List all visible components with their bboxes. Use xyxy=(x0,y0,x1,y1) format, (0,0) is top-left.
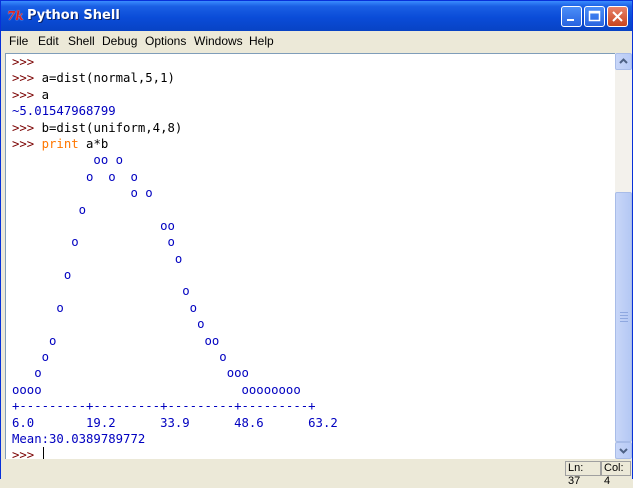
shell-output-text: o xyxy=(12,284,190,299)
shell-output-text: o xyxy=(12,268,72,283)
shell-output-line: o o xyxy=(12,234,338,250)
menu-bar: File Edit Shell Debug Options Windows He… xyxy=(1,31,632,51)
python-shell-window: 7k Python Shell File Edit Shell Debug Op… xyxy=(0,0,633,487)
shell-code: a xyxy=(34,87,50,102)
menu-windows[interactable]: Windows xyxy=(194,34,243,48)
close-icon xyxy=(612,11,623,22)
menu-help[interactable]: Help xyxy=(249,34,274,48)
scroll-down-button[interactable] xyxy=(615,442,632,459)
shell-output-line: ~5.01547968799 xyxy=(12,103,338,119)
shell-prompt: >>> xyxy=(12,87,35,102)
shell-output-text: o o xyxy=(12,350,227,365)
shell-output-line: 6.0 19.2 33.9 48.6 63.2 xyxy=(12,415,338,431)
scroll-thumb[interactable] xyxy=(615,192,632,442)
shell-prompt: >>> xyxy=(12,448,35,459)
shell-output-line: o oo xyxy=(12,333,338,349)
arrow-up-icon xyxy=(619,58,628,64)
shell-input-line: >>> a=dist(normal,5,1) xyxy=(12,70,338,86)
shell-code: a*b xyxy=(78,136,109,151)
shell-output-text: o o o xyxy=(12,169,138,184)
close-button[interactable] xyxy=(607,6,628,27)
tk-app-icon: 7k xyxy=(7,9,24,23)
title-bar[interactable]: 7k Python Shell xyxy=(1,1,632,31)
shell-output-line: o ooo xyxy=(12,365,338,381)
shell-code: a=dist(normal,5,1) xyxy=(34,71,175,86)
menu-shell[interactable]: Shell xyxy=(68,34,95,48)
shell-output-line: oo o xyxy=(12,152,338,168)
menu-debug[interactable]: Debug xyxy=(102,34,137,48)
shell-prompt: >>> xyxy=(12,71,35,86)
shell-output-line: o xyxy=(12,267,338,283)
shell-output-text: o xyxy=(12,317,205,332)
shell-output-text: Mean:30.0389789772 xyxy=(12,431,146,446)
shell-output-text: o o xyxy=(12,186,153,201)
shell-text-area[interactable]: >>> >>> a=dist(normal,5,1) >>> a ~5.0154796… xyxy=(5,53,615,459)
shell-output-line: o xyxy=(12,283,338,299)
grip-line xyxy=(620,315,628,316)
shell-output-text: oooo oooooooo xyxy=(12,382,301,397)
vertical-scrollbar[interactable] xyxy=(615,53,632,459)
shell-output-line: oo xyxy=(12,218,338,234)
arrow-down-icon xyxy=(619,448,628,454)
shell-output-line: o o xyxy=(12,349,338,365)
grip-line xyxy=(620,312,628,313)
shell-output-line: o o o xyxy=(12,169,338,185)
shell-output-text: oo o xyxy=(12,153,124,168)
window-title: Python Shell xyxy=(27,8,120,23)
shell-output-line: o xyxy=(12,202,338,218)
shell-output-line: o xyxy=(12,251,338,267)
shell-input-line: >>> a xyxy=(12,87,338,103)
shell-output-line: Mean:30.0389789772 xyxy=(12,431,338,447)
grip-line xyxy=(620,318,628,319)
shell-output: >>> >>> a=dist(normal,5,1) >>> a ~5.0154796… xyxy=(12,54,338,459)
grip-line xyxy=(620,321,628,322)
shell-prompt: >>> xyxy=(12,120,35,135)
shell-keyword: print xyxy=(34,136,79,151)
shell-code: b=dist(uniform,4,8) xyxy=(34,120,183,135)
shell-input-line: >>> b=dist(uniform,4,8) xyxy=(12,120,338,136)
minimize-icon xyxy=(567,19,574,21)
minimize-button[interactable] xyxy=(561,6,582,27)
maximize-button[interactable] xyxy=(584,6,605,27)
shell-output-line: o o xyxy=(12,185,338,201)
shell-code xyxy=(34,448,41,459)
shell-output-text: o ooo xyxy=(12,366,249,381)
status-bar: Ln: 37 Col: 4 xyxy=(1,459,632,487)
shell-output-text: 6.0 19.2 33.9 48.6 63.2 xyxy=(12,415,338,430)
shell-output-text: o xyxy=(12,251,183,266)
shell-output-line: oooo oooooooo xyxy=(12,382,338,398)
shell-output-text: ~5.01547968799 xyxy=(12,104,116,119)
line-number-status: Ln: 37 xyxy=(565,461,601,487)
shell-output-line: o o xyxy=(12,300,338,316)
column-number-status: Col: 4 xyxy=(601,461,631,487)
shell-output-line: o xyxy=(12,316,338,332)
shell-input-line: >>> xyxy=(12,447,338,459)
shell-output-text: +---------+---------+---------+---------… xyxy=(12,399,316,414)
menu-edit[interactable]: Edit xyxy=(38,34,59,48)
scroll-up-button[interactable] xyxy=(615,53,632,70)
shell-prompt: >>> xyxy=(12,136,35,151)
shell-input-line: >>> xyxy=(12,54,338,70)
shell-output-text: o xyxy=(12,202,87,217)
shell-output-text: o o xyxy=(12,235,175,250)
menu-options[interactable]: Options xyxy=(145,34,186,48)
maximize-icon xyxy=(588,10,601,22)
shell-prompt: >>> xyxy=(12,55,35,69)
shell-output-line: +---------+---------+---------+---------… xyxy=(12,398,338,414)
shell-output-text: o oo xyxy=(12,333,220,348)
shell-output-text: o o xyxy=(12,300,198,315)
shell-input-line: >>> print a*b xyxy=(12,136,338,152)
menu-file[interactable]: File xyxy=(9,34,28,48)
text-cursor xyxy=(42,447,44,459)
shell-output-text: oo xyxy=(12,218,175,233)
